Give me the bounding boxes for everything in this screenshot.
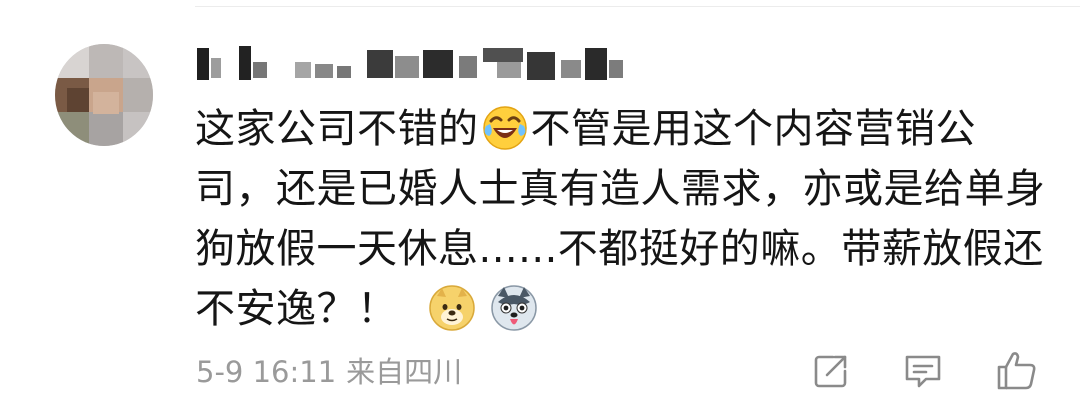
husky-tongue-icon [490, 284, 538, 332]
share-button[interactable] [806, 348, 856, 398]
like-button[interactable] [992, 348, 1042, 398]
comment-button[interactable] [898, 348, 948, 398]
share-icon [811, 351, 851, 395]
laughing-crying-icon [481, 104, 529, 152]
comment-icon [902, 350, 944, 396]
top-divider [195, 6, 1080, 7]
doge-icon [428, 284, 476, 332]
thumbs-up-icon [995, 349, 1039, 397]
comment-text-part1: 这家公司不错的 [195, 106, 479, 152]
comment-text: 这家公司不错的 不管是用这个内容营销公司，还是已婚人士真有造人需求，亦或是给单身… [195, 99, 1055, 339]
avatar[interactable] [55, 44, 153, 146]
comment-actions [0, 348, 1080, 398]
username[interactable] [197, 46, 627, 82]
